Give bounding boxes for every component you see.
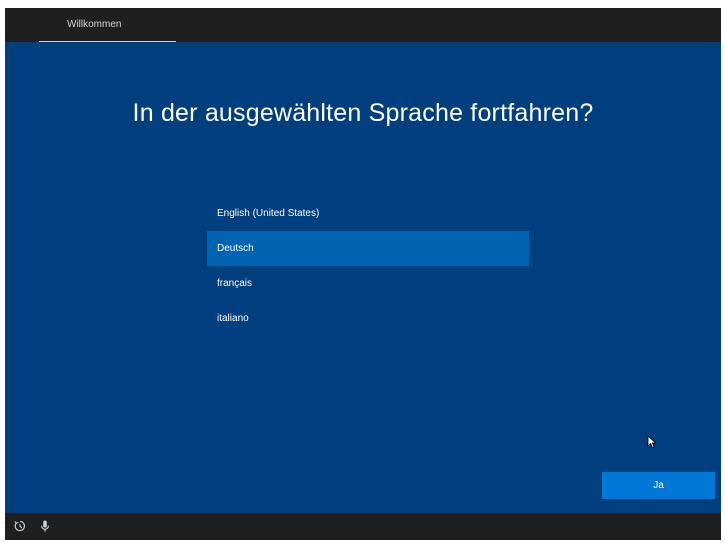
- bottom-bar: [5, 513, 721, 540]
- ease-of-access-icon[interactable]: [13, 519, 27, 533]
- microphone-icon[interactable]: [38, 519, 52, 533]
- language-list: English (United States) Deutsch français…: [207, 196, 529, 336]
- oobe-content: In der ausgewählten Sprache fortfahren? …: [5, 42, 721, 513]
- mouse-pointer-icon: [647, 435, 656, 448]
- language-item-label: italiano: [217, 313, 249, 324]
- tab-willkommen[interactable]: Willkommen: [39, 8, 176, 42]
- language-item-label: English (United States): [217, 208, 320, 219]
- yes-button[interactable]: Ja: [602, 472, 715, 499]
- language-item-english[interactable]: English (United States): [207, 196, 529, 231]
- language-item-italiano[interactable]: italiano: [207, 301, 529, 336]
- oobe-window: Willkommen In der ausgewählten Sprache f…: [5, 8, 721, 540]
- language-item-deutsch[interactable]: Deutsch: [207, 231, 529, 266]
- language-item-francais[interactable]: français: [207, 266, 529, 301]
- language-item-label: français: [217, 278, 253, 289]
- page-title: In der ausgewählten Sprache fortfahren?: [132, 99, 594, 127]
- language-item-label: Deutsch: [217, 243, 254, 254]
- top-bar: Willkommen: [5, 8, 721, 43]
